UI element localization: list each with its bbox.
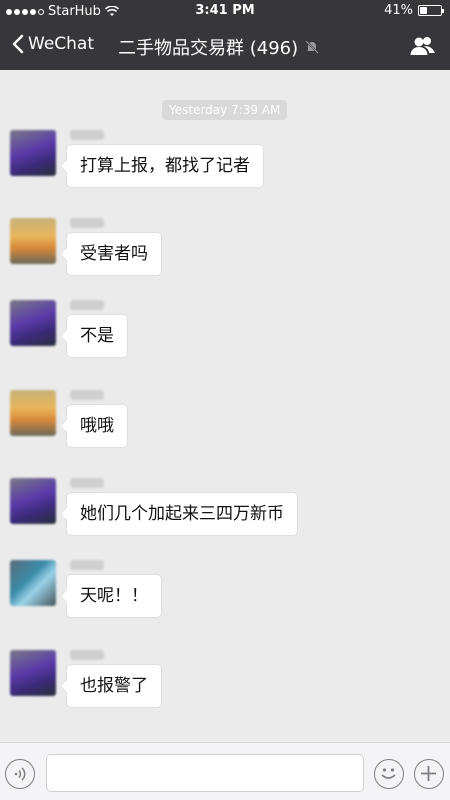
sender-name-blurred: [70, 130, 104, 140]
battery-icon: [418, 5, 444, 16]
message-bubble[interactable]: 天呢！！: [60, 574, 162, 618]
message-row: 受害者吗: [0, 218, 450, 298]
battery-status: 41%: [384, 3, 444, 18]
sender-name-blurred: [70, 478, 104, 488]
message-row: 打算上报，都找了记者: [0, 130, 450, 210]
more-button[interactable]: [414, 759, 444, 789]
status-bar: StarHub 3:41 PM 41%: [0, 0, 450, 22]
avatar[interactable]: [10, 650, 56, 696]
message-input[interactable]: [46, 754, 364, 792]
sender-name-blurred: [70, 560, 104, 570]
battery-percent: 41%: [384, 3, 413, 18]
nav-bar: WeChat 二手物品交易群 (496): [0, 22, 450, 70]
avatar[interactable]: [10, 130, 56, 176]
message-bubble[interactable]: 也报警了: [60, 664, 162, 708]
plus-icon: [421, 766, 436, 781]
message-row: 哦哦: [0, 390, 450, 470]
avatar[interactable]: [10, 478, 56, 524]
message-bubble[interactable]: 她们几个加起来三四万新币: [60, 492, 298, 536]
emoji-button[interactable]: [374, 759, 404, 789]
back-button[interactable]: WeChat: [12, 34, 94, 54]
sender-name-blurred: [70, 390, 104, 400]
message-row: 也报警了: [0, 650, 450, 730]
top-bar: StarHub 3:41 PM 41% WeChat 二手物品交易群 (496): [0, 0, 450, 70]
back-label: WeChat: [28, 34, 94, 54]
avatar[interactable]: [10, 218, 56, 264]
message-bubble[interactable]: 哦哦: [60, 404, 128, 448]
sender-name-blurred: [70, 650, 104, 660]
avatar[interactable]: [10, 300, 56, 346]
smiley-icon: [381, 768, 396, 779]
voice-icon: [14, 767, 26, 781]
sender-name-blurred: [70, 218, 104, 228]
voice-input-button[interactable]: [5, 759, 35, 789]
message-row: 不是: [0, 300, 450, 380]
input-bar: [0, 742, 450, 800]
status-time: 3:41 PM: [195, 3, 255, 18]
message-bubble[interactable]: 受害者吗: [60, 232, 162, 276]
message-row: 天呢！！: [0, 560, 450, 640]
message-bubble[interactable]: 不是: [60, 314, 128, 358]
avatar[interactable]: [10, 560, 56, 606]
avatar[interactable]: [10, 390, 56, 436]
sender-name-blurred: [70, 300, 104, 310]
chat-title: 二手物品交易群 (496): [118, 34, 320, 60]
mute-bell-icon: [305, 40, 319, 54]
message-timestamp: Yesterday 7:39 AM: [162, 100, 288, 120]
message-row: 她们几个加起来三四万新币: [0, 478, 450, 558]
chevron-left-icon: [12, 34, 24, 54]
chat-title-text: 二手物品交易群 (496): [118, 38, 299, 59]
message-bubble[interactable]: 打算上报，都找了记者: [60, 144, 264, 188]
chat-area[interactable]: Yesterday 7:39 AM 打算上报，都找了记者 受害者吗 不是 哦哦 …: [0, 70, 450, 744]
group-members-icon[interactable]: [410, 36, 436, 56]
